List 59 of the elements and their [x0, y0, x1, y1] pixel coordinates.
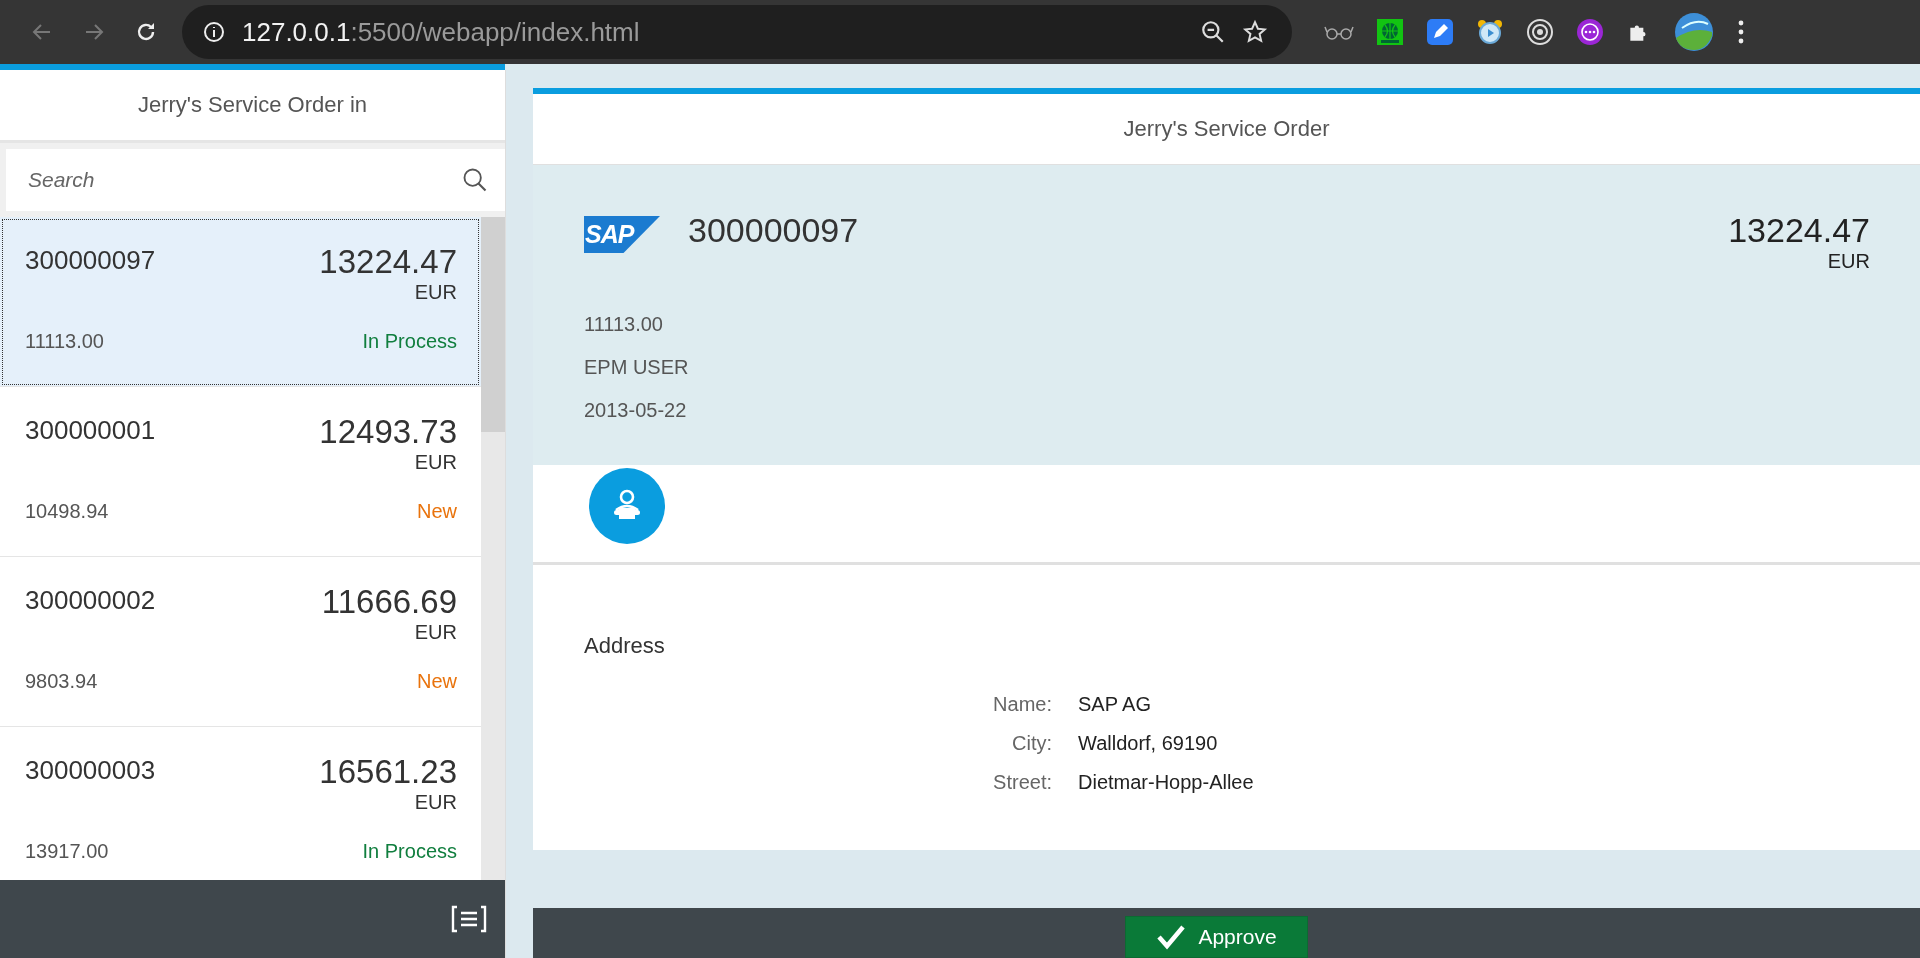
field-value: Walldorf, 69190 [1078, 732, 1219, 755]
search-field[interactable]: Search [6, 149, 505, 211]
master-title: Jerry's Service Order in [137, 92, 368, 118]
globe-icon[interactable] [1376, 18, 1404, 46]
order-attribute: 9803.94 [25, 670, 98, 693]
scrollbar[interactable] [481, 217, 505, 880]
section-heading: Address [584, 633, 665, 659]
order-attribute: 10498.94 [25, 500, 109, 523]
order-status: In Process [362, 840, 457, 863]
order-attribute: EPM USER [584, 356, 689, 379]
field-label: City: [1012, 732, 1052, 755]
order-attribute: 11113.00 [25, 330, 104, 353]
pen-icon[interactable] [1426, 18, 1454, 46]
star-icon[interactable] [1242, 19, 1268, 45]
order-attribute: 13917.00 [25, 840, 109, 863]
menu-icon[interactable] [1736, 19, 1746, 45]
order-amount: 12493.73 [319, 413, 457, 451]
target-icon[interactable] [1526, 18, 1554, 46]
currency-text: EUR [1827, 250, 1870, 273]
order-amount: 16561.23 [319, 753, 457, 791]
order-status: In Process [362, 330, 457, 353]
info-icon[interactable] [202, 20, 226, 44]
order-list-item[interactable]: 300000001 12493.73 EUR 10498.94 New [0, 387, 481, 557]
alarm-clock-icon[interactable] [1476, 18, 1504, 46]
person-tab-icon[interactable] [589, 468, 665, 544]
order-status: New [417, 670, 457, 693]
currency-text: EUR [414, 281, 457, 304]
order-attribute: 2013-05-22 [584, 399, 687, 422]
order-number: 300000003 [25, 755, 156, 786]
address-bar[interactable]: 127.0.0.1:5500/webapp/index.html [182, 5, 1292, 59]
field-value: SAP AG [1078, 693, 1152, 716]
url-text[interactable]: 127.0.0.1:5500/webapp/index.html [242, 16, 640, 48]
order-status: New [417, 500, 457, 523]
order-attribute: 11113.00 [584, 313, 663, 336]
order-list-item[interactable]: 300000003 16561.23 EUR 13917.00 In Process [0, 727, 481, 880]
dots-circle-icon[interactable] [1576, 18, 1604, 46]
currency-text: EUR [414, 621, 457, 644]
order-number: 300000002 [25, 585, 156, 616]
zoom-out-icon[interactable] [1200, 19, 1226, 45]
currency-text: EUR [414, 791, 457, 814]
approve-button[interactable]: Approve [1125, 916, 1308, 958]
field-value: Dietmar-Hopp-Allee [1078, 771, 1254, 794]
detail-title: Jerry's Service Order [1123, 116, 1330, 142]
order-number: 300000097 [688, 211, 859, 250]
company-logo: SAP [584, 216, 660, 253]
field-label: Street: [993, 771, 1052, 794]
list-icon[interactable] [451, 905, 487, 933]
search-icon[interactable] [461, 166, 489, 194]
check-icon [1156, 924, 1187, 950]
currency-text: EUR [414, 451, 457, 474]
order-amount: 13224.47 [1728, 211, 1870, 250]
field-label: Name: [993, 693, 1052, 716]
order-number: 300000097 [25, 245, 156, 276]
order-list-item[interactable]: 300000002 11666.69 EUR 9803.94 New [0, 557, 481, 727]
avatar-icon[interactable] [1674, 12, 1714, 52]
order-amount: 11666.69 [321, 583, 457, 621]
order-amount: 13224.47 [319, 243, 457, 281]
order-number: 300000001 [25, 415, 156, 446]
order-list-item[interactable]: 300000097 13224.47 EUR 11113.00 In Process [0, 217, 481, 387]
